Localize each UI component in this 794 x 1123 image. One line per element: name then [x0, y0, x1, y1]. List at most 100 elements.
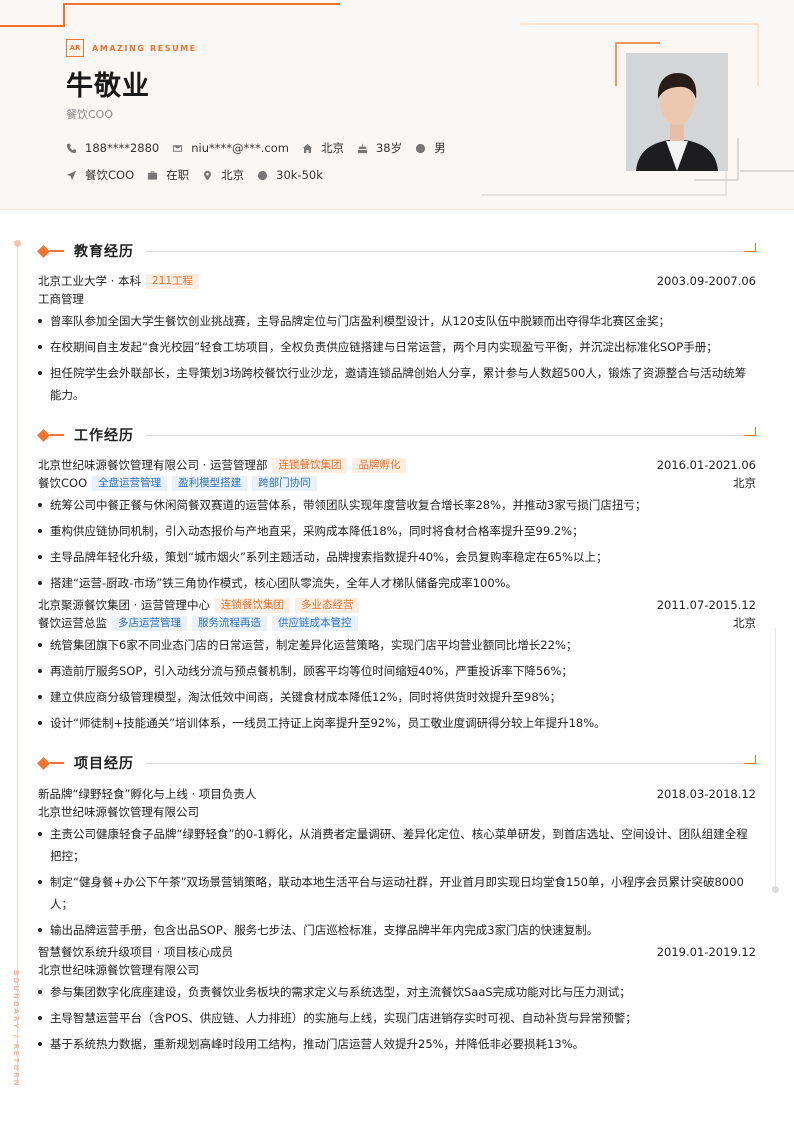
email-info: niu****@***.com	[172, 141, 289, 155]
corner-icon	[744, 243, 756, 252]
section-divider	[146, 762, 756, 764]
work-entry: 北京世纪味源餐饮管理有限公司 · 运营管理部 连锁餐饮集团 品牌孵化 2016.…	[38, 456, 756, 598]
entry-date: 2016.01-2021.06	[656, 458, 756, 472]
salary-text: 30k-50k	[276, 168, 323, 182]
entry-subheader: 餐饮运营总监 多店运营管理 服务流程再造 供应链成本管控 北京	[38, 614, 756, 632]
list-item: 在校期间自主发起“食光校园”轻食工坊项目，全权负责供应链搭建与日常运营，两个月内…	[38, 336, 756, 358]
skill-tag: 跨部门协同	[252, 475, 317, 491]
entry-date: 2011.07-2015.12	[656, 598, 756, 612]
entry-header: 北京工业大学 · 本科 211工程 2003.09-2007.06	[38, 272, 756, 290]
entry-title-group: 北京世纪味源餐饮管理有限公司 · 运营管理部 连锁餐饮集团 品牌孵化	[38, 457, 407, 473]
entry-location: 北京	[733, 476, 756, 490]
skill-tag: 服务流程再造	[192, 615, 267, 631]
city-info: 北京	[302, 140, 344, 156]
company-name: 北京世纪味源餐饮管理有限公司 · 运营管理部	[38, 458, 268, 472]
bullet-list: 统管集团旗下6家不同业态门店的日常运营，制定差异化运营策略，实现门店平均营业额同…	[38, 634, 756, 734]
entry-date: 2003.09-2007.06	[656, 274, 756, 288]
side-timeline	[17, 245, 18, 1085]
contact-row-1: 188****2880 niu****@***.com 北京 38岁 男	[66, 140, 459, 156]
project-name: 智慧餐饮系统升级项目 · 项目核心成员	[38, 945, 233, 959]
status-info: 在职	[147, 167, 189, 183]
company-tag: 多业态经营	[294, 597, 360, 613]
list-item: 基于系统热力数据，重新规划高峰时段用工结构，推动门店运营人效提升25%，并降低非…	[38, 1033, 756, 1055]
entry-subheader: 北京世纪味源餐饮管理有限公司	[38, 803, 756, 821]
bullet-list: 曾率队参加全国大学生餐饮创业挑战赛，主导品牌定位与门店盈利模型设计，从120支队…	[38, 310, 756, 406]
corner-icon	[744, 755, 756, 764]
entry-subheader: 工商管理	[38, 290, 756, 308]
corner-icon	[744, 427, 756, 436]
position-group: 餐饮运营总监 多店运营管理 服务流程再造 供应链成本管控	[38, 615, 358, 631]
email-text: niu****@***.com	[191, 141, 289, 155]
project-org: 北京世纪味源餐饮管理有限公司	[38, 805, 199, 819]
list-item: 统管集团旗下6家不同业态门店的日常运营，制定差异化运营策略，实现门店平均营业额同…	[38, 634, 756, 656]
brand: AR AMAZING RESUME	[66, 39, 197, 57]
entry-date: 2018.03-2018.12	[656, 787, 756, 801]
bullet-list: 主责公司健康轻食子品牌“绿野轻食”的0-1孵化，从消费者定量调研、差异化定位、核…	[38, 823, 756, 941]
list-item: 担任院学生会外联部长，主导策划3场跨校餐饮行业沙龙，邀请连锁品牌创始人分享，累计…	[38, 362, 756, 406]
entry-header: 新品牌“绿野轻食”孵化与上线 · 项目负责人 2018.03-2018.12	[38, 785, 756, 803]
project-entry: 智慧餐饮系统升级项目 · 项目核心成员 2019.01-2019.12 北京世纪…	[38, 943, 756, 1059]
list-item: 制定“健身餐+办公下午茶”双场景营销策略，联动本地生活平台与运动社群，开业首月即…	[38, 871, 756, 915]
cake-icon	[357, 143, 368, 153]
bullet-list: 统筹公司中餐正餐与休闲简餐双赛道的运营体系，带领团队实现年度营收复合增长率28%…	[38, 494, 756, 594]
phone-icon	[66, 143, 77, 153]
section-head-work: 工作经历	[37, 427, 756, 444]
city-text: 北京	[320, 141, 344, 155]
list-item: 主导智慧运营平台（含POS、供应链、人力排班）的实施与上线，实现门店进销存实时可…	[38, 1007, 756, 1029]
major: 工商管理	[38, 292, 84, 306]
right-decoration-line	[775, 628, 776, 890]
list-item: 再造前厅服务SOP，引入动线分流与预点餐机制，顾客平均等位时间缩短40%，严重投…	[38, 660, 756, 682]
school-name: 北京工业大学 · 本科	[38, 274, 141, 288]
position-title: 餐饮运营总监	[38, 616, 107, 630]
profile-photo	[626, 53, 728, 171]
entry-date: 2019.01-2019.12	[656, 945, 756, 959]
section-title: 教育经历	[74, 244, 134, 260]
gender-info: 男	[415, 140, 446, 156]
skill-tag: 多店运营管理	[112, 615, 187, 631]
phone-text: 188****2880	[85, 141, 160, 155]
diamond-icon	[37, 756, 50, 770]
age-text: 38岁	[375, 141, 403, 155]
entry-title-group: 北京工业大学 · 本科 211工程	[38, 273, 200, 289]
status-text: 在职	[166, 168, 190, 182]
list-item: 设计“师徒制+技能通关”培训体系，一线员工持证上岗率提升至92%，员工敬业度调研…	[38, 712, 756, 734]
company-name: 北京聚源餐饮集团 · 运营管理中心	[38, 598, 210, 612]
company-tag: 连锁餐饮集团	[214, 597, 290, 613]
mail-icon	[173, 144, 183, 152]
target-position-info: 餐饮COO	[66, 167, 134, 183]
contact-row-2: 餐饮COO 在职 北京 30k-50k	[66, 167, 336, 183]
entry-header: 北京世纪味源餐饮管理有限公司 · 运营管理部 连锁餐饮集团 品牌孵化 2016.…	[38, 456, 756, 474]
section-head-education: 教育经历	[37, 243, 756, 260]
list-item: 参与集团数字化底座建设，负责餐饮业务板块的需求定义与系统选型，对主流餐饮SaaS…	[38, 981, 756, 1003]
age-info: 38岁	[357, 140, 402, 156]
list-item: 统筹公司中餐正餐与休闲简餐双赛道的运营体系，带领团队实现年度营收复合增长率28%…	[38, 494, 756, 516]
section-title: 工作经历	[74, 428, 134, 444]
home-icon	[302, 143, 313, 153]
profile-photo-illustration	[626, 53, 728, 171]
salary-info: 30k-50k	[257, 168, 323, 182]
list-item: 重构供应链协同机制，引入动态报价与产地直采，采购成本降低18%，同时将食材合格率…	[38, 520, 756, 542]
send-icon	[66, 170, 77, 180]
timeline-dot	[14, 240, 21, 247]
target-city-text: 北京	[221, 168, 245, 182]
project-name: 新品牌“绿野轻食”孵化与上线 · 项目负责人	[38, 787, 257, 801]
brand-logo: AR	[66, 39, 84, 57]
gender-icon	[416, 143, 426, 153]
section-head-projects: 项目经历	[37, 755, 756, 772]
phone-info: 188****2880	[66, 141, 159, 155]
project-org: 北京世纪味源餐饮管理有限公司	[38, 963, 199, 977]
section-divider	[146, 434, 756, 436]
section-dash	[50, 762, 64, 764]
entry-location: 北京	[733, 616, 756, 630]
brand-text: AMAZING RESUME	[92, 43, 197, 53]
diamond-icon	[37, 428, 50, 442]
list-item: 建立供应商分级管理模型，淘汰低效中间商，关键食材成本降低12%，同时将供货时效提…	[38, 686, 756, 708]
list-item: 输出品牌运营手册，包含出品SOP、服务七步法、门店巡检标准，支撑品牌半年内完成3…	[38, 919, 756, 941]
skill-tag: 盈利模型搭建	[172, 475, 248, 491]
section-divider	[146, 250, 756, 252]
company-tag: 品牌孵化	[352, 457, 407, 473]
section-title: 项目经历	[74, 756, 134, 772]
position-group: 餐饮COO 全盘运营管理 盈利模型搭建 跨部门协同	[38, 475, 317, 491]
entry-title-group: 北京聚源餐饮集团 · 运营管理中心 连锁餐饮集团 多业态经营	[38, 597, 360, 613]
list-item: 主责公司健康轻食子品牌“绿野轻食”的0-1孵化，从消费者定量调研、差异化定位、核…	[38, 823, 756, 867]
